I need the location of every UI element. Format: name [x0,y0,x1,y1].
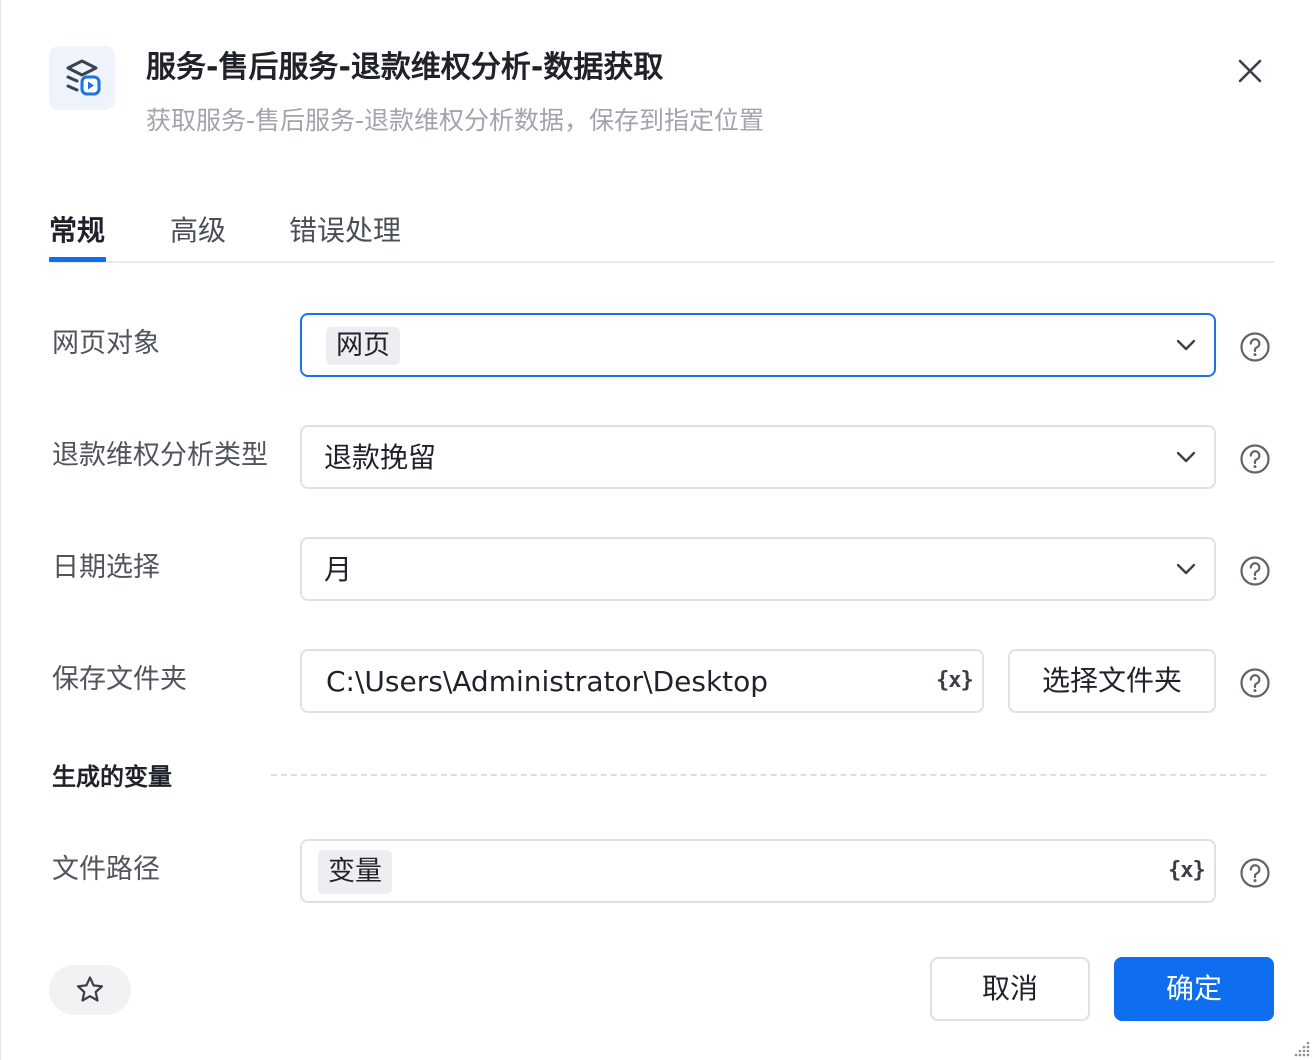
web-object-chip: 网页 [326,327,400,365]
favorite-button[interactable] [49,965,131,1015]
dialog: 服务-售后服务-退款维权分析-数据获取 获取服务-售后服务-退款维权分析数据，保… [0,0,1312,1060]
date-select-value: 月 [324,553,353,586]
active-tab-indicator [49,257,106,262]
dialog-subtitle: 获取服务-售后服务-退款维权分析数据，保存到指定位置 [146,106,765,135]
confirm-button[interactable]: 确定 [1114,957,1274,1021]
variable-icon[interactable]: {x} [936,665,974,697]
close-button[interactable] [1229,50,1271,92]
help-icon[interactable] [1239,857,1271,889]
analysis-type-label: 退款维权分析类型 [52,440,268,471]
save-folder-input[interactable]: C:\Users\Administrator\Desktop {x} [300,649,984,713]
help-icon[interactable] [1239,443,1271,475]
file-path-label: 文件路径 [52,854,160,885]
dialog-title: 服务-售后服务-退款维权分析-数据获取 [146,50,664,85]
cancel-button[interactable]: 取消 [930,957,1090,1021]
choose-folder-button[interactable]: 选择文件夹 [1008,649,1216,713]
chevron-down-icon [1176,451,1196,463]
help-icon[interactable] [1239,667,1271,699]
web-object-select[interactable]: 网页 [300,313,1216,377]
save-folder-value: C:\Users\Administrator\Desktop [326,665,769,698]
chevron-down-icon [1176,563,1196,575]
section-divider [271,774,1266,776]
help-icon[interactable] [1239,331,1271,363]
chevron-down-icon [1176,339,1196,351]
generated-vars-title: 生成的变量 [52,763,172,791]
resize-grip-icon[interactable] [1293,1040,1311,1058]
web-object-label: 网页对象 [52,328,160,359]
tab-bar: 常规 高级 错误处理 [49,200,1274,263]
tab-error-handling[interactable]: 错误处理 [289,210,401,252]
data-fetch-icon [49,46,115,110]
file-path-input[interactable]: 变量 {x} [300,839,1216,903]
tab-general[interactable]: 常规 [49,210,105,252]
date-select-label: 日期选择 [52,552,160,583]
analysis-type-value: 退款挽留 [324,441,437,474]
variable-icon[interactable]: {x} [1168,855,1206,887]
tab-advanced[interactable]: 高级 [170,210,226,252]
help-icon[interactable] [1239,555,1271,587]
date-select[interactable]: 月 [300,537,1216,601]
star-icon [76,976,104,1002]
close-icon [1238,59,1262,83]
save-folder-label: 保存文件夹 [52,664,187,695]
variable-chip: 变量 [318,850,392,894]
analysis-type-select[interactable]: 退款挽留 [300,425,1216,489]
